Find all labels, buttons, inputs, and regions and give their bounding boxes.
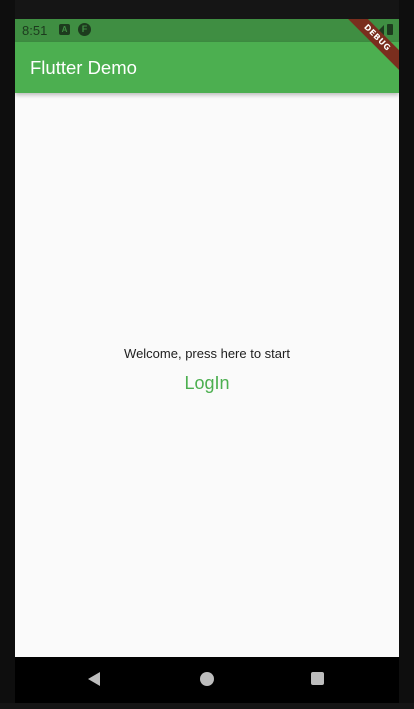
bezel-left [0,0,15,709]
notification-a-icon: A [59,24,70,35]
status-bar: 8:51 A F [15,19,399,42]
welcome-text: Welcome, press here to start [124,346,290,361]
navigation-bar [15,657,399,703]
recent-apps-icon[interactable] [311,672,324,685]
screen: 8:51 A F Flutter Demo DEBUG Welcome, pre… [15,19,399,657]
home-icon[interactable] [200,672,214,686]
bottom-bezel [0,703,414,709]
app-bar: Flutter Demo [15,42,399,93]
notification-f-icon: F [78,23,91,36]
login-button[interactable]: LogIn [165,365,249,401]
back-icon[interactable] [88,672,100,686]
phone-frame: 8:51 A F Flutter Demo DEBUG Welcome, pre… [0,0,414,709]
status-time: 8:51 [22,23,48,38]
app-title: Flutter Demo [30,57,137,78]
bezel-right [399,0,414,709]
battery-icon [387,24,393,35]
main-content: Welcome, press here to start LogIn [15,93,399,657]
